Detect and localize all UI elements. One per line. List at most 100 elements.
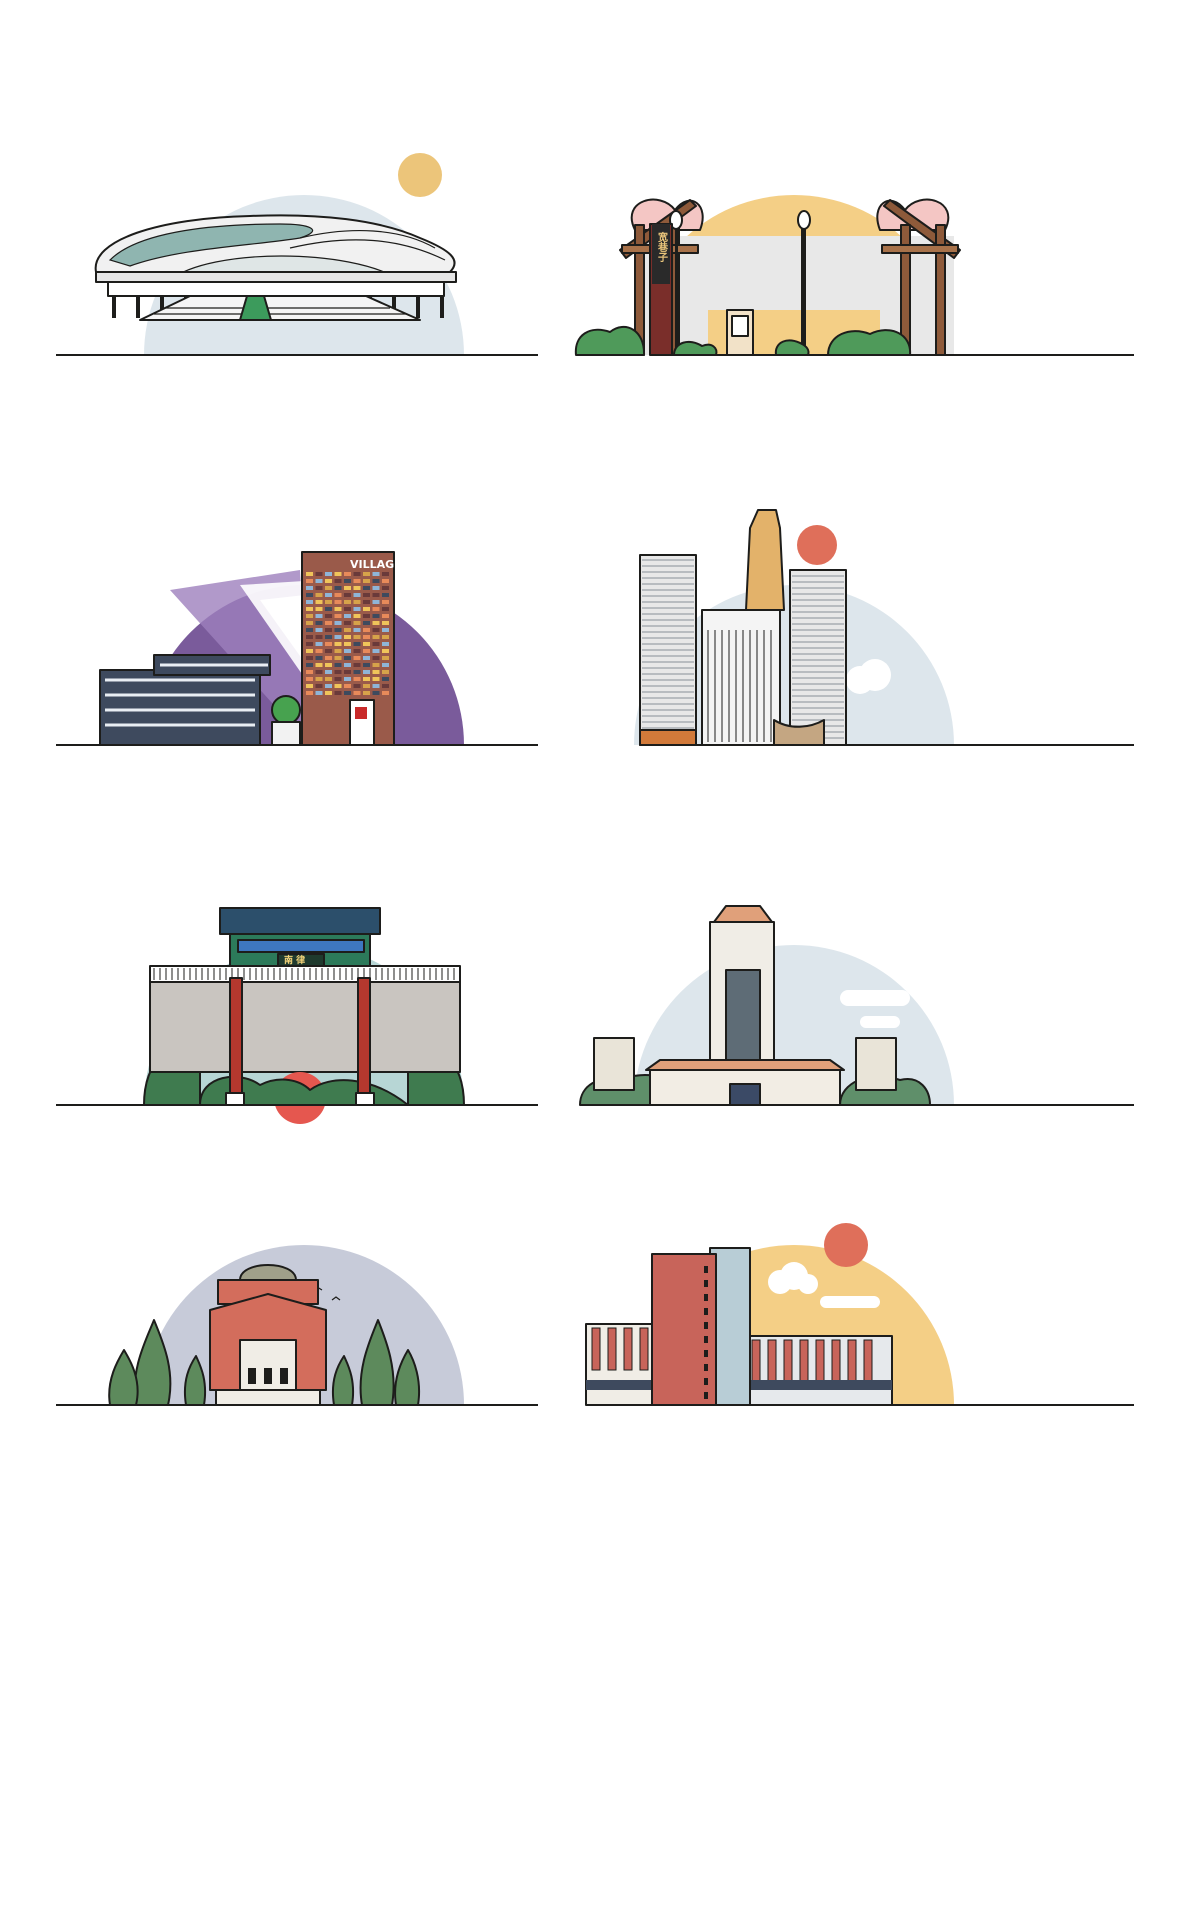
- window: [372, 642, 380, 646]
- window: [334, 635, 342, 639]
- window: [315, 691, 323, 695]
- window: [353, 670, 361, 674]
- illustration-skyscraper-cluster: [540, 509, 1060, 930]
- window: [325, 649, 332, 653]
- window: [382, 628, 389, 632]
- window: [315, 649, 323, 653]
- window: [334, 579, 342, 583]
- window: [363, 621, 370, 625]
- window: [334, 663, 342, 667]
- window: [334, 593, 342, 597]
- window: [325, 579, 332, 583]
- window: [306, 656, 313, 660]
- window: [334, 621, 342, 625]
- window: [382, 586, 389, 590]
- modern-block: [99, 654, 271, 746]
- window: [325, 635, 332, 639]
- window: [306, 621, 313, 625]
- window: [306, 663, 313, 667]
- window: [325, 593, 332, 597]
- window: [382, 642, 389, 646]
- window: [325, 684, 332, 688]
- window: [382, 572, 389, 576]
- window: [382, 621, 389, 625]
- window: [306, 607, 313, 611]
- window: [353, 572, 361, 576]
- window: [325, 628, 332, 632]
- window: [382, 614, 389, 618]
- village-sign: VILLAGE: [350, 558, 402, 571]
- window: [325, 586, 332, 590]
- window: [363, 670, 370, 674]
- window: [306, 600, 313, 604]
- window: [315, 586, 323, 590]
- window: [363, 586, 370, 590]
- window: [344, 691, 351, 695]
- window: [382, 593, 389, 597]
- window: [372, 677, 380, 681]
- window: [306, 593, 313, 597]
- window: [306, 628, 313, 632]
- window: [353, 593, 361, 597]
- window: [334, 628, 342, 632]
- window: [363, 593, 370, 597]
- window: [306, 684, 313, 688]
- window: [325, 600, 332, 604]
- window: [363, 628, 370, 632]
- window: [363, 579, 370, 583]
- window: [372, 600, 380, 604]
- window: [315, 642, 323, 646]
- window: [344, 649, 351, 653]
- window: [306, 642, 313, 646]
- window: [353, 691, 361, 695]
- window: [325, 642, 332, 646]
- window: [372, 628, 380, 632]
- window: [334, 642, 342, 646]
- window: [363, 572, 370, 576]
- window: [363, 614, 370, 618]
- window: [306, 586, 313, 590]
- window: [353, 621, 361, 625]
- window: [334, 691, 342, 695]
- window: [325, 670, 332, 674]
- window: [372, 621, 380, 625]
- window: [353, 677, 361, 681]
- window: [344, 579, 351, 583]
- window: [315, 614, 323, 618]
- window: [382, 670, 389, 674]
- window: [306, 572, 313, 576]
- window: [344, 572, 351, 576]
- window: [353, 586, 361, 590]
- window: [315, 579, 323, 583]
- window: [372, 586, 380, 590]
- window: [344, 600, 351, 604]
- window: [315, 635, 323, 639]
- window: [363, 677, 370, 681]
- window: [344, 628, 351, 632]
- window: [353, 579, 361, 583]
- window: [382, 684, 389, 688]
- window: [315, 607, 323, 611]
- window: [382, 677, 389, 681]
- window: [325, 677, 332, 681]
- window: [372, 684, 380, 688]
- window: [344, 614, 351, 618]
- window: [325, 607, 332, 611]
- window: [353, 600, 361, 604]
- window: [315, 600, 323, 604]
- window: [372, 579, 380, 583]
- illustration-stadium: [50, 120, 570, 540]
- window: [382, 656, 389, 660]
- window: [344, 621, 351, 625]
- window: [344, 663, 351, 667]
- window: [372, 691, 380, 695]
- window: [382, 663, 389, 667]
- window: [372, 593, 380, 597]
- window: [306, 579, 313, 583]
- window: [344, 684, 351, 688]
- window: [344, 586, 351, 590]
- window: [315, 621, 323, 625]
- window: [344, 642, 351, 646]
- window: [372, 607, 380, 611]
- window: [353, 642, 361, 646]
